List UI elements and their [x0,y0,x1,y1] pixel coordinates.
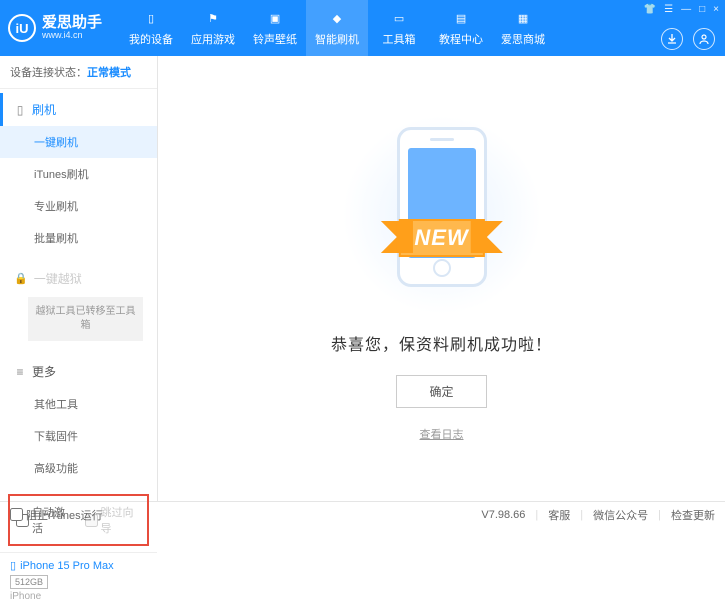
user-button[interactable] [693,28,715,50]
toolbox-icon: ▭ [390,10,408,28]
phone-icon: ▯ [142,10,160,28]
device-type: iPhone [10,591,147,602]
shirt-icon[interactable]: 👕 [644,4,656,15]
header-actions [661,28,715,50]
sidebar-head-more[interactable]: ≡更多 [0,355,157,388]
app-url: www.i4.cn [42,31,102,41]
support-link[interactable]: 客服 [548,507,570,523]
main-nav: ▯我的设备 ⚑应用游戏 ▣铃声壁纸 ◆智能刷机 ▭工具箱 ▤教程中心 ▦爱思商城 [120,0,554,56]
download-button[interactable] [661,28,683,50]
apps-icon: ⚑ [204,10,222,28]
flash-icon: ◆ [328,10,346,28]
close-button[interactable]: × [713,4,719,15]
more-group-icon: ≡ [14,365,26,379]
music-icon: ▣ [266,10,284,28]
sidebar-head-flash[interactable]: ▯刷机 [0,93,157,126]
header: iU 爱思助手 www.i4.cn ▯我的设备 ⚑应用游戏 ▣铃声壁纸 ◆智能刷… [0,0,725,56]
nav-flash[interactable]: ◆智能刷机 [306,0,368,56]
nav-store[interactable]: ▦爱思商城 [492,0,554,56]
store-icon: ▦ [514,10,532,28]
sidebar-item-pro[interactable]: 专业刷机 [0,190,157,222]
sidebar-item-batch[interactable]: 批量刷机 [0,222,157,254]
phone-small-icon: ▯ [10,559,16,572]
app-logo: iU 爱思助手 www.i4.cn [8,14,102,42]
sidebar: 设备连接状态：正常模式 ▯刷机 一键刷机 iTunes刷机 专业刷机 批量刷机 … [0,56,158,501]
connection-status: 设备连接状态：正常模式 [0,56,157,89]
nav-tutorials[interactable]: ▤教程中心 [430,0,492,56]
window-controls: 👕 ☰ — □ × [644,4,719,15]
logo-icon: iU [8,14,36,42]
wechat-link[interactable]: 微信公众号 [593,507,648,523]
sidebar-item-itunes[interactable]: iTunes刷机 [0,158,157,190]
lock-icon: 🔒 [14,272,28,285]
sidebar-item-oneclick[interactable]: 一键刷机 [0,126,157,158]
nav-apps[interactable]: ⚑应用游戏 [182,0,244,56]
update-link[interactable]: 检查更新 [671,507,715,523]
view-log-link[interactable]: 查看日志 [420,426,464,442]
book-icon: ▤ [452,10,470,28]
device-storage: 512GB [10,575,48,589]
app-name: 爱思助手 [42,15,102,32]
nav-ringtones[interactable]: ▣铃声壁纸 [244,0,306,56]
new-ribbon: NEW [398,219,484,257]
sidebar-item-advanced[interactable]: 高级功能 [0,452,157,484]
minimize-button[interactable]: — [681,4,691,15]
block-itunes-checkbox[interactable]: 阻止iTunes运行 [10,507,103,523]
device-info: ▯iPhone 15 Pro Max 512GB iPhone [0,552,157,612]
device-name[interactable]: ▯iPhone 15 Pro Max [10,559,147,572]
sidebar-head-jailbreak: 🔒一键越狱 [0,262,157,295]
ok-button[interactable]: 确定 [396,375,486,408]
nav-toolbox[interactable]: ▭工具箱 [368,0,430,56]
main-panel: NEW 恭喜您，保资料刷机成功啦！ 确定 查看日志 [158,56,725,501]
maximize-button[interactable]: □ [699,4,705,15]
nav-my-device[interactable]: ▯我的设备 [120,0,182,56]
menu-icon[interactable]: ☰ [664,4,673,15]
version-label: V7.98.66 [481,509,525,521]
jailbreak-note: 越狱工具已转移至工具箱 [28,297,143,341]
success-illustration: NEW [342,115,542,315]
sidebar-item-other[interactable]: 其他工具 [0,388,157,420]
flash-group-icon: ▯ [14,103,26,117]
success-message: 恭喜您，保资料刷机成功啦！ [331,331,552,355]
sidebar-item-firmware[interactable]: 下载固件 [0,420,157,452]
